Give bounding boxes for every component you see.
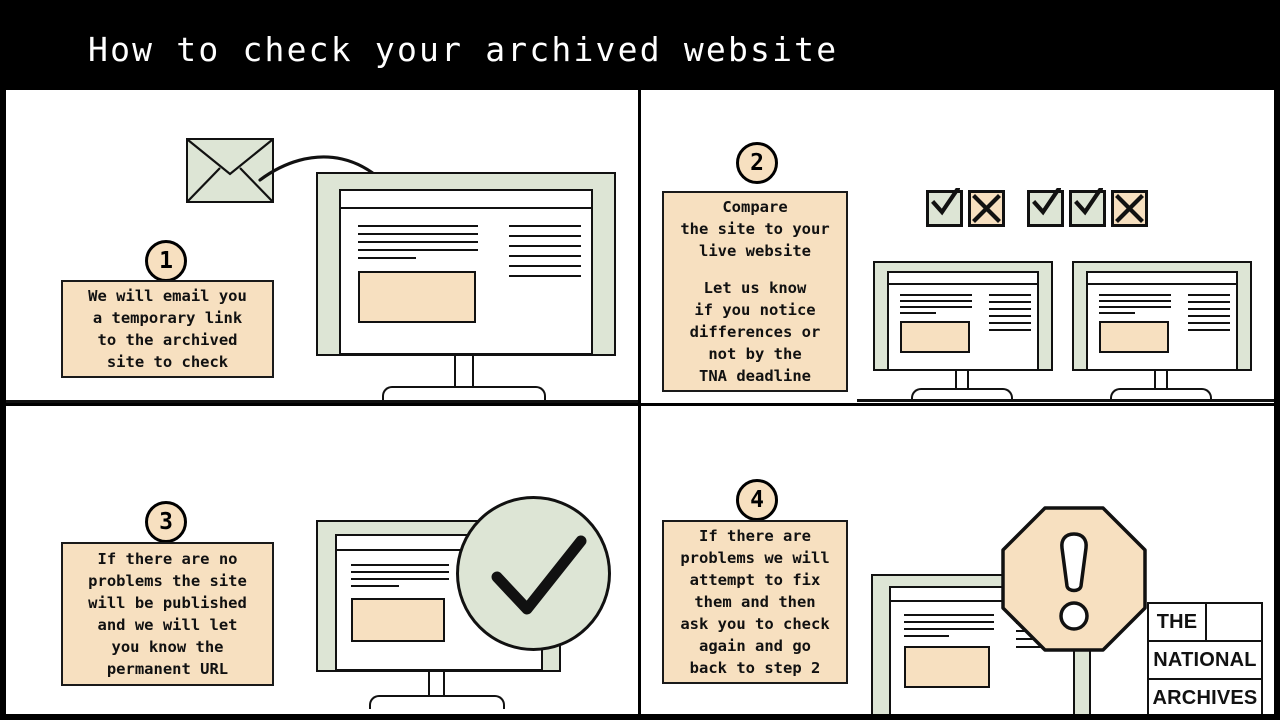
logo-line-2: NATIONAL xyxy=(1153,648,1257,671)
national-archives-logo: THE NATIONAL ARCHIVES xyxy=(1147,602,1263,714)
browser-chrome-bar xyxy=(1088,273,1236,285)
step-caption-3: If there are no problems the site will b… xyxy=(61,542,274,686)
step-number-badge-2: 2 xyxy=(736,142,778,184)
ground-line xyxy=(857,399,1274,402)
panel-grid: 1 We will email you a temporary link to … xyxy=(4,88,1276,716)
checkbox-cross xyxy=(1111,190,1148,227)
step-caption-1: We will email you a temporary link to th… xyxy=(61,280,274,378)
panel-step-4: 4 If there are problems we will attempt … xyxy=(641,406,1274,714)
content-block xyxy=(358,271,476,323)
caption-paragraph: Compare the site to your live website xyxy=(680,198,830,260)
step-caption-4: If there are problems we will attempt to… xyxy=(662,520,848,684)
caption-paragraph: If there are problems we will attempt to… xyxy=(680,527,830,677)
logo-line-1: THE xyxy=(1149,604,1207,640)
content-block xyxy=(1099,321,1169,353)
browser-chrome-bar xyxy=(341,191,591,209)
monitor-screen xyxy=(1086,271,1238,371)
content-block xyxy=(351,598,445,642)
monitor-illustration xyxy=(873,261,1053,401)
header-bar: How to check your archived website xyxy=(0,0,1280,88)
caption-paragraph: We will email you a temporary link to th… xyxy=(88,287,247,371)
check-circle-icon xyxy=(456,496,611,651)
monitor-neck xyxy=(454,356,474,390)
infographic-root: How to check your archived website 1 We … xyxy=(0,0,1280,720)
step-number-badge-3: 3 xyxy=(145,501,187,543)
ground-line xyxy=(6,400,638,403)
step-number-badge-1: 1 xyxy=(145,240,187,282)
panel-step-1: 1 We will email you a temporary link to … xyxy=(6,90,638,403)
warning-octagon-icon xyxy=(1001,506,1147,652)
logo-blank-cell xyxy=(1207,604,1261,640)
step-caption-2: Compare the site to your live website Le… xyxy=(662,191,848,392)
logo-line-3: ARCHIVES xyxy=(1152,686,1258,709)
caption-paragraph: If there are no problems the site will b… xyxy=(88,550,247,678)
checkbox-cross xyxy=(968,190,1005,227)
monitor-screen xyxy=(339,189,593,355)
checkbox-check xyxy=(1027,188,1064,227)
page-title: How to check your archived website xyxy=(88,30,839,69)
caption-paragraph: Let us know if you notice differences or… xyxy=(689,279,821,385)
checkbox-check xyxy=(1069,188,1106,227)
monitor-base xyxy=(369,695,505,709)
checkbox-check xyxy=(926,188,963,227)
checkbox-row xyxy=(926,188,1153,227)
monitor-illustration xyxy=(316,172,616,402)
panel-step-2: 2 Compare the site to your live website … xyxy=(641,90,1274,403)
panel-step-3: 3 If there are no problems the site will… xyxy=(6,406,638,714)
browser-chrome-bar xyxy=(889,273,1037,285)
monitor-illustration xyxy=(1072,261,1252,401)
step-number-badge-4: 4 xyxy=(736,479,778,521)
content-block xyxy=(900,321,970,353)
content-block xyxy=(904,646,990,688)
monitor-screen xyxy=(887,271,1039,371)
